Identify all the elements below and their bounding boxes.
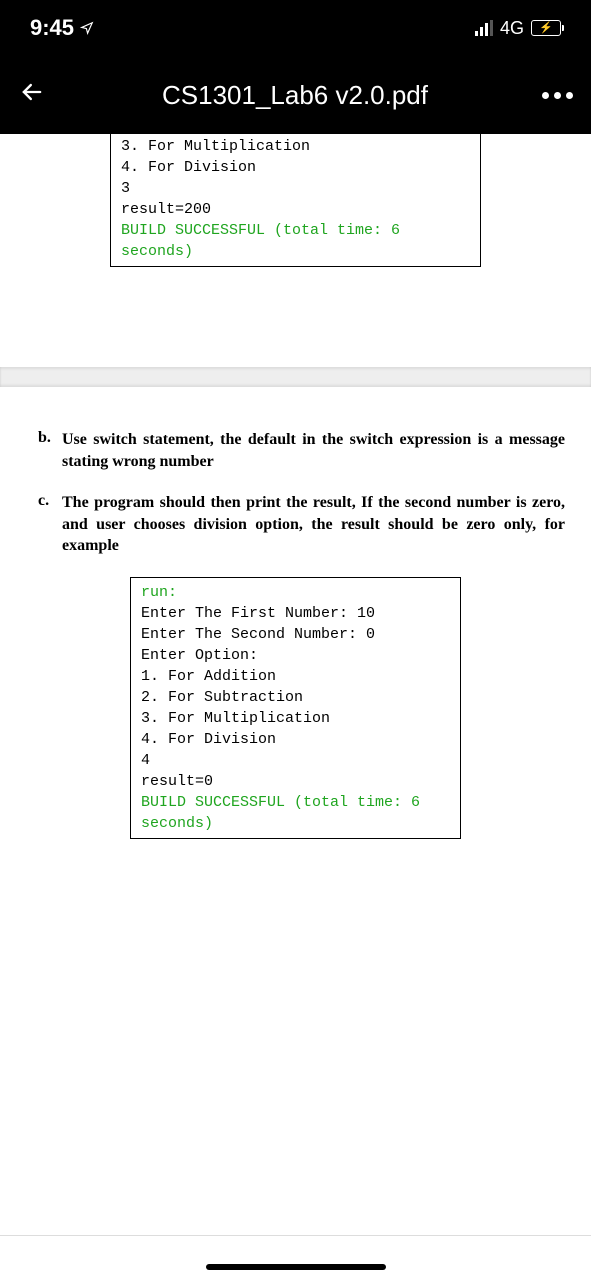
instruction-text: Use switch statement, the default in the… xyxy=(62,429,571,472)
code-line: result=200 xyxy=(121,199,470,220)
instruction-marker: c. xyxy=(30,492,62,557)
instruction-b: b. Use switch statement, the default in … xyxy=(30,429,571,472)
signal-icon xyxy=(475,20,493,36)
code-line: 3 xyxy=(121,178,470,199)
code-line: Enter The First Number: 10 xyxy=(141,603,450,624)
code-line: 4 xyxy=(141,750,450,771)
charging-icon: ⚡ xyxy=(539,23,553,34)
status-time: 9:45 xyxy=(30,15,74,41)
home-indicator[interactable] xyxy=(206,1264,386,1270)
network-label: 4G xyxy=(500,18,524,39)
more-options-button[interactable] xyxy=(542,92,573,99)
location-icon xyxy=(80,21,94,35)
build-success-line: BUILD SUCCESSFUL (total time: 6 seconds) xyxy=(121,220,470,262)
code-output-block-main: run: Enter The First Number: 10 Enter Th… xyxy=(130,577,461,839)
status-right: 4G ⚡ xyxy=(475,18,561,39)
code-line: Enter Option: xyxy=(141,645,450,666)
code-line: 4. For Division xyxy=(121,157,470,178)
code-line: 1. For Addition xyxy=(141,666,450,687)
dot-icon xyxy=(566,92,573,99)
instruction-c: c. The program should then print the res… xyxy=(30,492,571,557)
instruction-marker: b. xyxy=(30,429,62,472)
document-title: CS1301_Lab6 v2.0.pdf xyxy=(58,80,542,111)
instruction-text: The program should then print the result… xyxy=(62,492,571,557)
code-line: 2. For Subtraction xyxy=(141,687,450,708)
dot-icon xyxy=(542,92,549,99)
back-button[interactable] xyxy=(18,76,58,115)
bottom-divider xyxy=(0,1235,591,1236)
battery-icon: ⚡ xyxy=(531,20,561,36)
status-bar: 9:45 4G ⚡ xyxy=(0,0,591,56)
instructions-section: b. Use switch statement, the default in … xyxy=(0,387,591,557)
back-arrow-icon xyxy=(18,78,46,106)
status-left: 9:45 xyxy=(30,15,94,41)
code-run-label: run: xyxy=(141,582,450,603)
title-bar: CS1301_Lab6 v2.0.pdf xyxy=(0,56,591,134)
code-line: 3. For Multiplication xyxy=(141,708,450,729)
code-line: result=0 xyxy=(141,771,450,792)
build-success-line: BUILD SUCCESSFUL (total time: 6 seconds) xyxy=(141,792,450,834)
document-viewport[interactable]: 3. For Multiplication 4. For Division 3 … xyxy=(0,134,591,839)
bottom-ui xyxy=(0,1232,591,1280)
dot-icon xyxy=(554,92,561,99)
page-gap xyxy=(0,367,591,387)
code-output-block-top: 3. For Multiplication 4. For Division 3 … xyxy=(110,134,481,267)
code-line: Enter The Second Number: 0 xyxy=(141,624,450,645)
code-line: 3. For Multiplication xyxy=(121,136,470,157)
code-line: 4. For Division xyxy=(141,729,450,750)
